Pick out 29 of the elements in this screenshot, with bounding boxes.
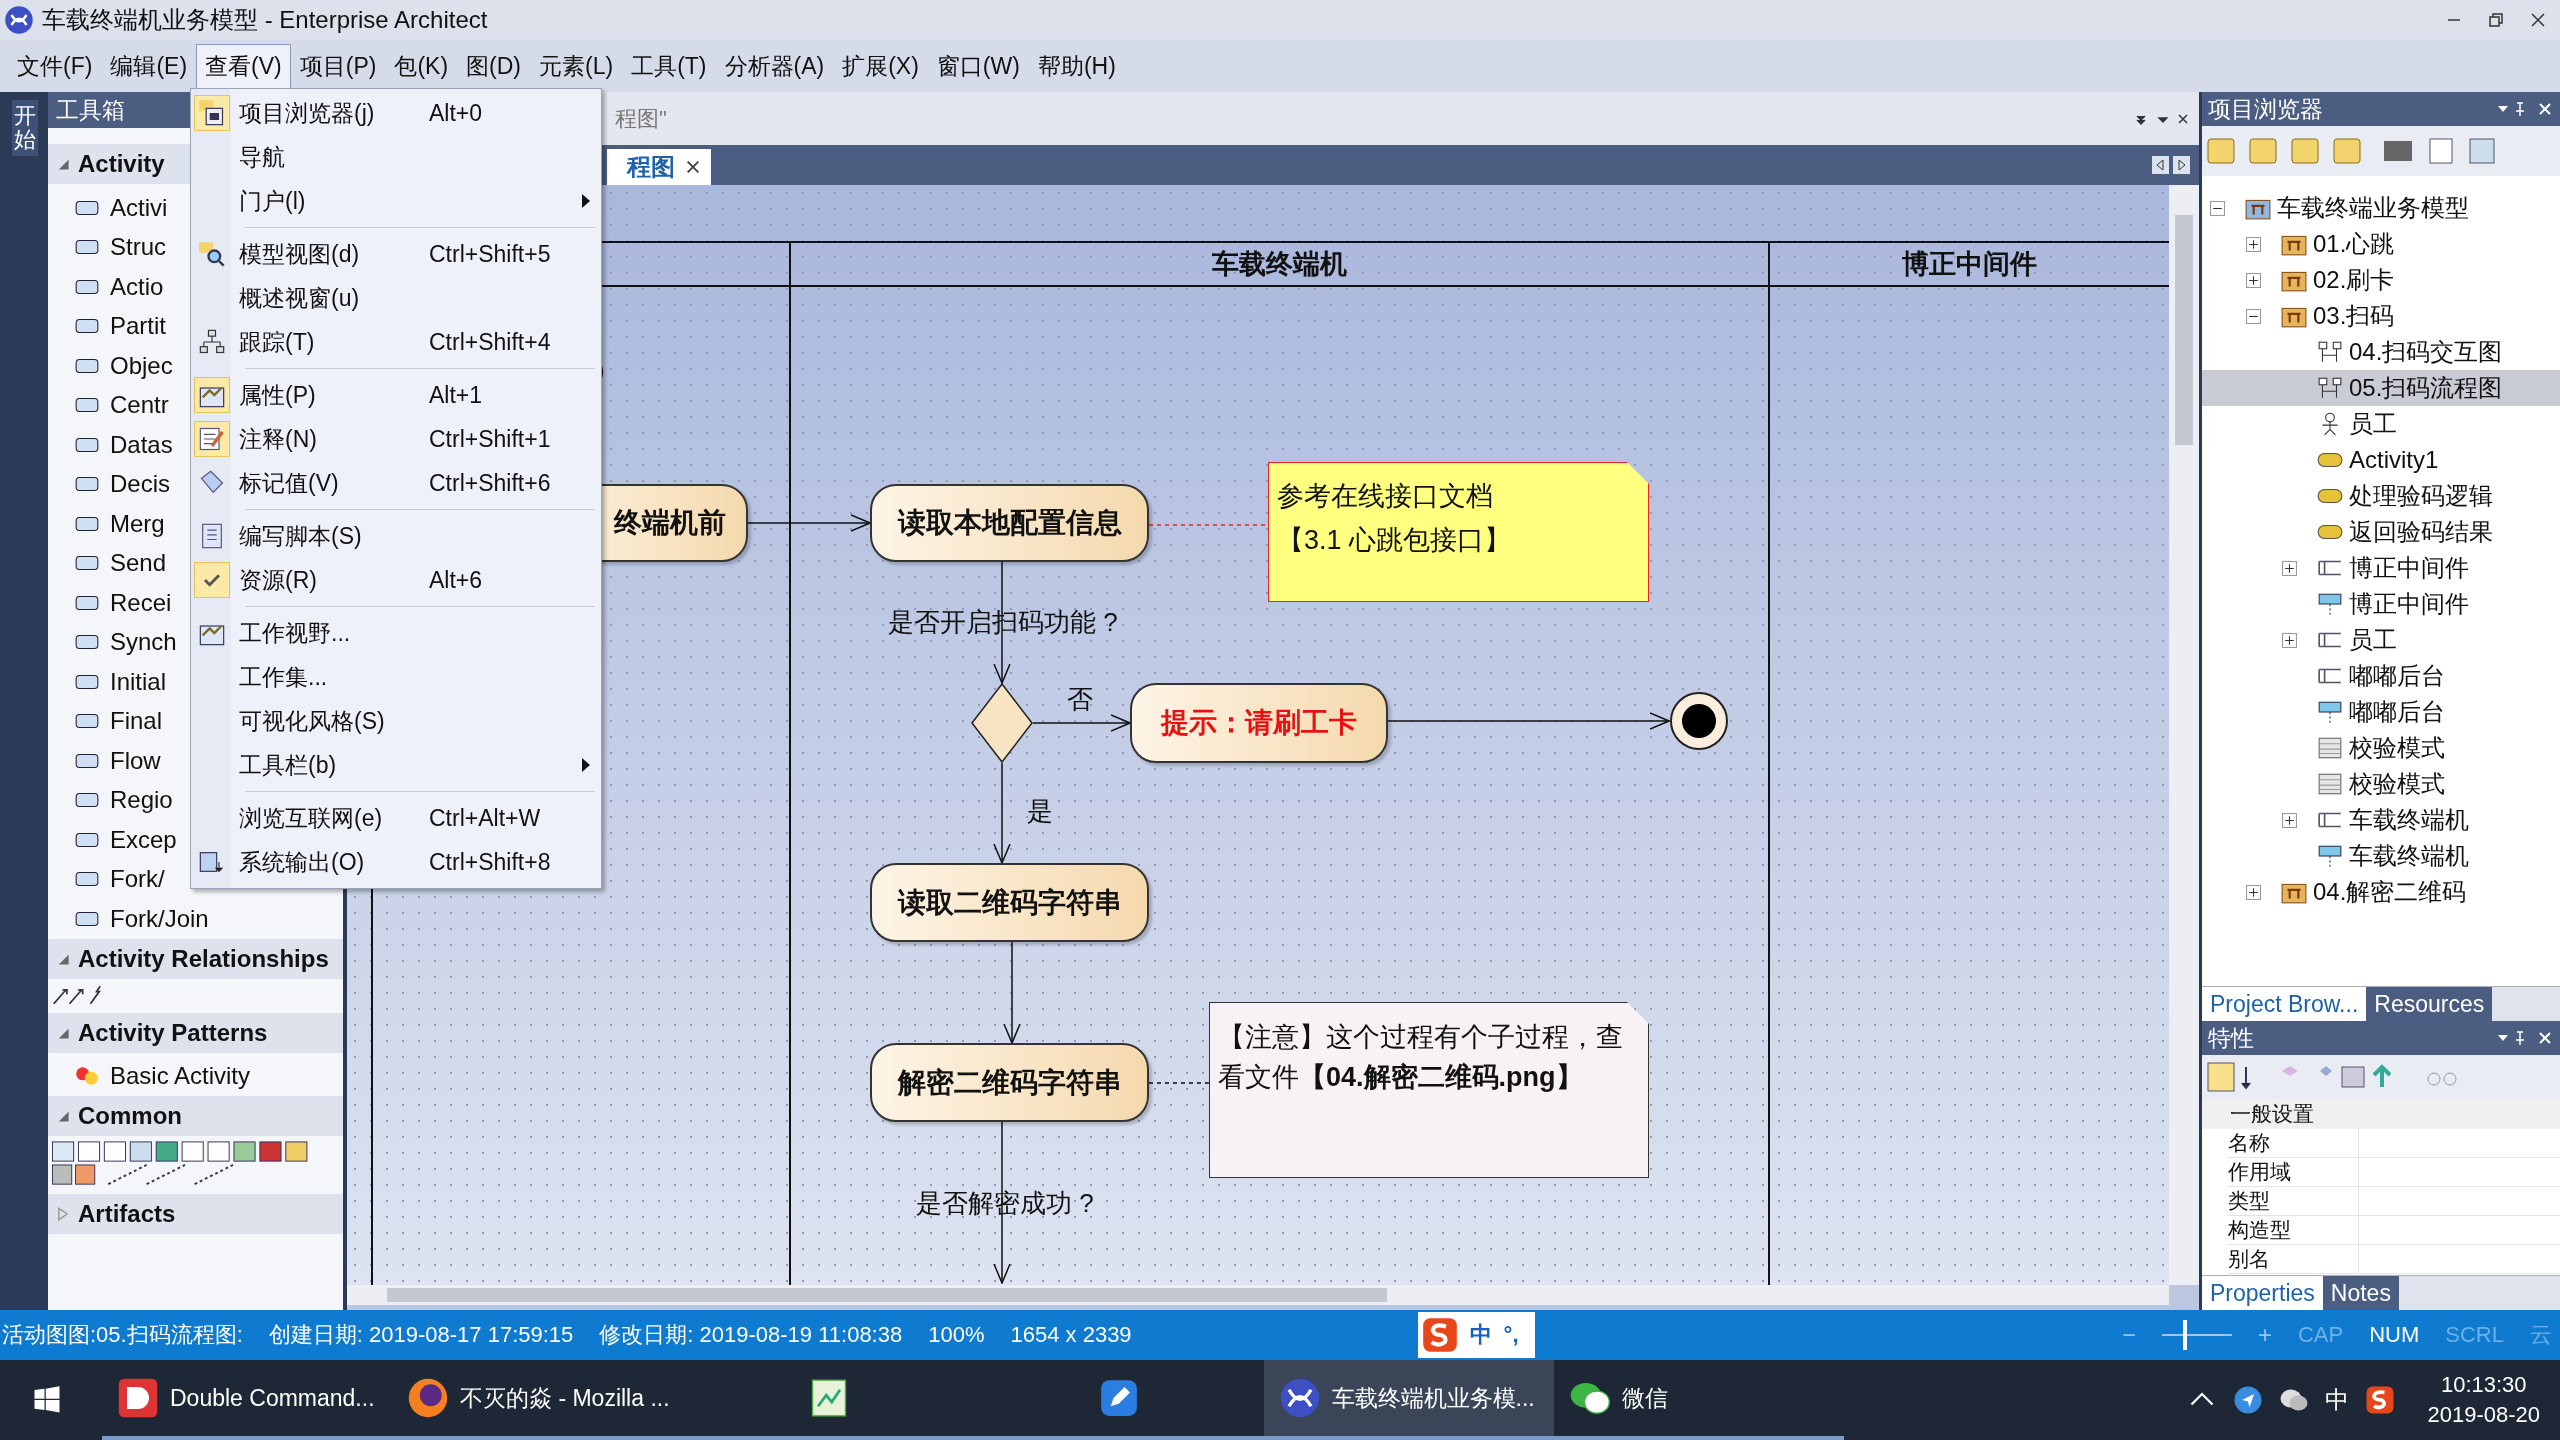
key-indicator: SCRL <box>2445 1322 2504 1348</box>
key-indicator: NUM <box>2369 1322 2420 1348</box>
key-indicator: CAP <box>2297 1322 2344 1348</box>
property-name: 别名 <box>2228 1245 2359 1273</box>
lane-title: 车载终端机 <box>1211 248 1348 281</box>
action-node: 读取二维码字符串 <box>870 863 1149 942</box>
key-indicator: 云 <box>2530 1321 2552 1349</box>
panel-title: 特性 <box>2208 1023 2254 1053</box>
note-text: 参考在线接口文档 <box>1277 480 1494 513</box>
panel-title: 项目浏览器 <box>2208 94 2323 124</box>
note-text: 【注意】这个过程有个子过程，查看文件【04.解密二维码.png】 <box>1218 1021 1624 1094</box>
status-text: 1654 x 2339 <box>1010 1322 1132 1348</box>
guard-label: 是 <box>1027 795 1053 828</box>
property-name: 名称 <box>2228 1129 2359 1157</box>
property-name: 构造型 <box>2228 1216 2359 1244</box>
guard-label: 否 <box>1067 683 1093 716</box>
lane-title: 博正中间件 <box>1900 248 2038 281</box>
status-text: 修改日期: 2019-08-19 11:08:38 <box>599 1321 903 1349</box>
window-title: 车载终端机业务模型 - Enterprise Architect <box>42 5 488 35</box>
status-text: 活动图图:05.扫码流程图: <box>2 1321 243 1349</box>
note-text: 【3.1 心跳包接口】 <box>1277 524 1513 557</box>
property-name: 作用域 <box>2228 1158 2359 1186</box>
property-name: 类型 <box>2228 1187 2359 1215</box>
status-text: 创建日期: 2019-08-17 17:59:15 <box>268 1321 574 1349</box>
action-node: 解密二维码字符串 <box>870 1043 1149 1122</box>
status-text: 100% <box>928 1322 985 1348</box>
action-node: 提示：请刷工卡 <box>1130 683 1388 763</box>
action-node: 读取本地配置信息 <box>870 484 1149 562</box>
diagram-path: 程图" <box>615 104 667 133</box>
